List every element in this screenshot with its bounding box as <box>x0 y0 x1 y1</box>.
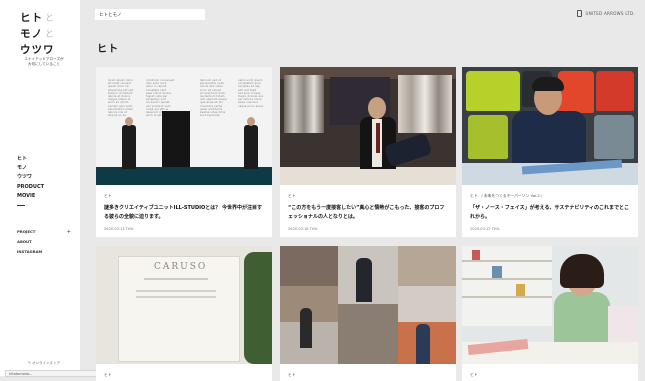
article-image <box>280 67 456 185</box>
nav-item-project[interactable]: PROJECT + <box>17 227 71 237</box>
brand-mark-icon <box>577 10 583 17</box>
article-card[interactable]: ヒト <box>280 246 456 381</box>
online-store-link[interactable]: ✎ オンラインストア <box>28 361 60 366</box>
article-date: 2020.03.13 THU. <box>104 227 135 231</box>
article-title: 謎多きクリエイティブユニットILL-STUDIOとは？ 今世界中が注目する彼らの… <box>104 205 262 220</box>
site-logo[interactable]: ヒト と モノ と ウツワ <box>20 11 72 58</box>
nav-item-movie[interactable]: MOVIE <box>17 192 44 201</box>
nav-item-product[interactable]: PRODUCT <box>17 183 44 192</box>
article-title: 「ザ・ノース・フェイス」が考える、サステナビリティのこれまでとこれから。 <box>470 205 630 220</box>
nav-item-mono[interactable]: モノ <box>17 164 44 173</box>
article-category: ヒト / 未来をつくるキーパーソン Vol.2 / <box>470 193 543 198</box>
pen-icon: ✎ <box>28 361 31 365</box>
search-input[interactable] <box>95 9 205 20</box>
article-image <box>462 67 638 185</box>
nav-divider <box>17 205 25 207</box>
logo-to: と <box>45 30 56 40</box>
article-category: ヒト <box>104 193 112 198</box>
article-image: CARUSO <box>96 246 272 364</box>
article-title: “この方をもう一度接客したい”真心と情熱がこもった、接客のプロフェッショナルの人… <box>288 205 445 220</box>
article-image: lorem ipsum dolor sit amet consect ipsum d… <box>96 67 272 185</box>
article-date: 2020.03.12 THU. <box>470 227 501 231</box>
caruso-sign: CARUSO <box>154 262 208 272</box>
nav-item-hito[interactable]: ヒト <box>17 155 44 164</box>
sidebar: ヒト と モノ と ウツワ ユナイテッドアローズが 大切にしていること ヒト モ… <box>0 0 80 376</box>
article-category: ヒト <box>470 372 478 377</box>
expand-plus-icon[interactable]: + <box>67 227 71 237</box>
logo-word-mono: モノ <box>20 28 43 40</box>
nav-item-instagram[interactable]: INSTAGRAM <box>17 247 69 257</box>
main-nav: ヒト モノ ウツワ PRODUCT MOVIE <box>17 155 44 211</box>
nav-item-utsuwa[interactable]: ウツワ <box>17 173 44 182</box>
article-card[interactable]: lorem ipsum dolor sit amet consect ipsum d… <box>96 67 272 237</box>
logo-word-hito: ヒト <box>20 12 43 24</box>
logo-word-utsuwa: ウツワ <box>20 44 55 56</box>
page-title: ヒト <box>97 44 119 55</box>
article-date: 2020.03.18 THU. <box>288 227 319 231</box>
article-category: ヒト <box>288 372 296 377</box>
logo-to: と <box>45 14 56 24</box>
article-category: ヒト <box>104 372 112 377</box>
black-sculpture <box>162 111 190 167</box>
sub-nav: PROJECT + ABOUT INSTAGRAM <box>17 227 71 257</box>
article-card[interactable]: ヒト <box>462 246 638 381</box>
article-image <box>280 246 456 364</box>
article-image <box>462 246 638 364</box>
site-tagline: ユナイテッドアローズが 大切にしていること <box>24 57 64 66</box>
article-card[interactable]: ヒト / 未来をつくるキーパーソン Vol.2 / 「ザ・ノース・フェイス」が考… <box>462 67 638 237</box>
article-card[interactable]: CARUSO ヒト <box>96 246 272 381</box>
article-category: ヒト <box>288 193 296 198</box>
nav-item-about[interactable]: ABOUT <box>17 237 69 247</box>
article-card[interactable]: ヒト “この方をもう一度接客したい”真心と情熱がこもった、接客のプロフェッショナ… <box>280 67 456 237</box>
brand-logo[interactable]: UNITED ARROWS LTD. <box>577 10 635 17</box>
